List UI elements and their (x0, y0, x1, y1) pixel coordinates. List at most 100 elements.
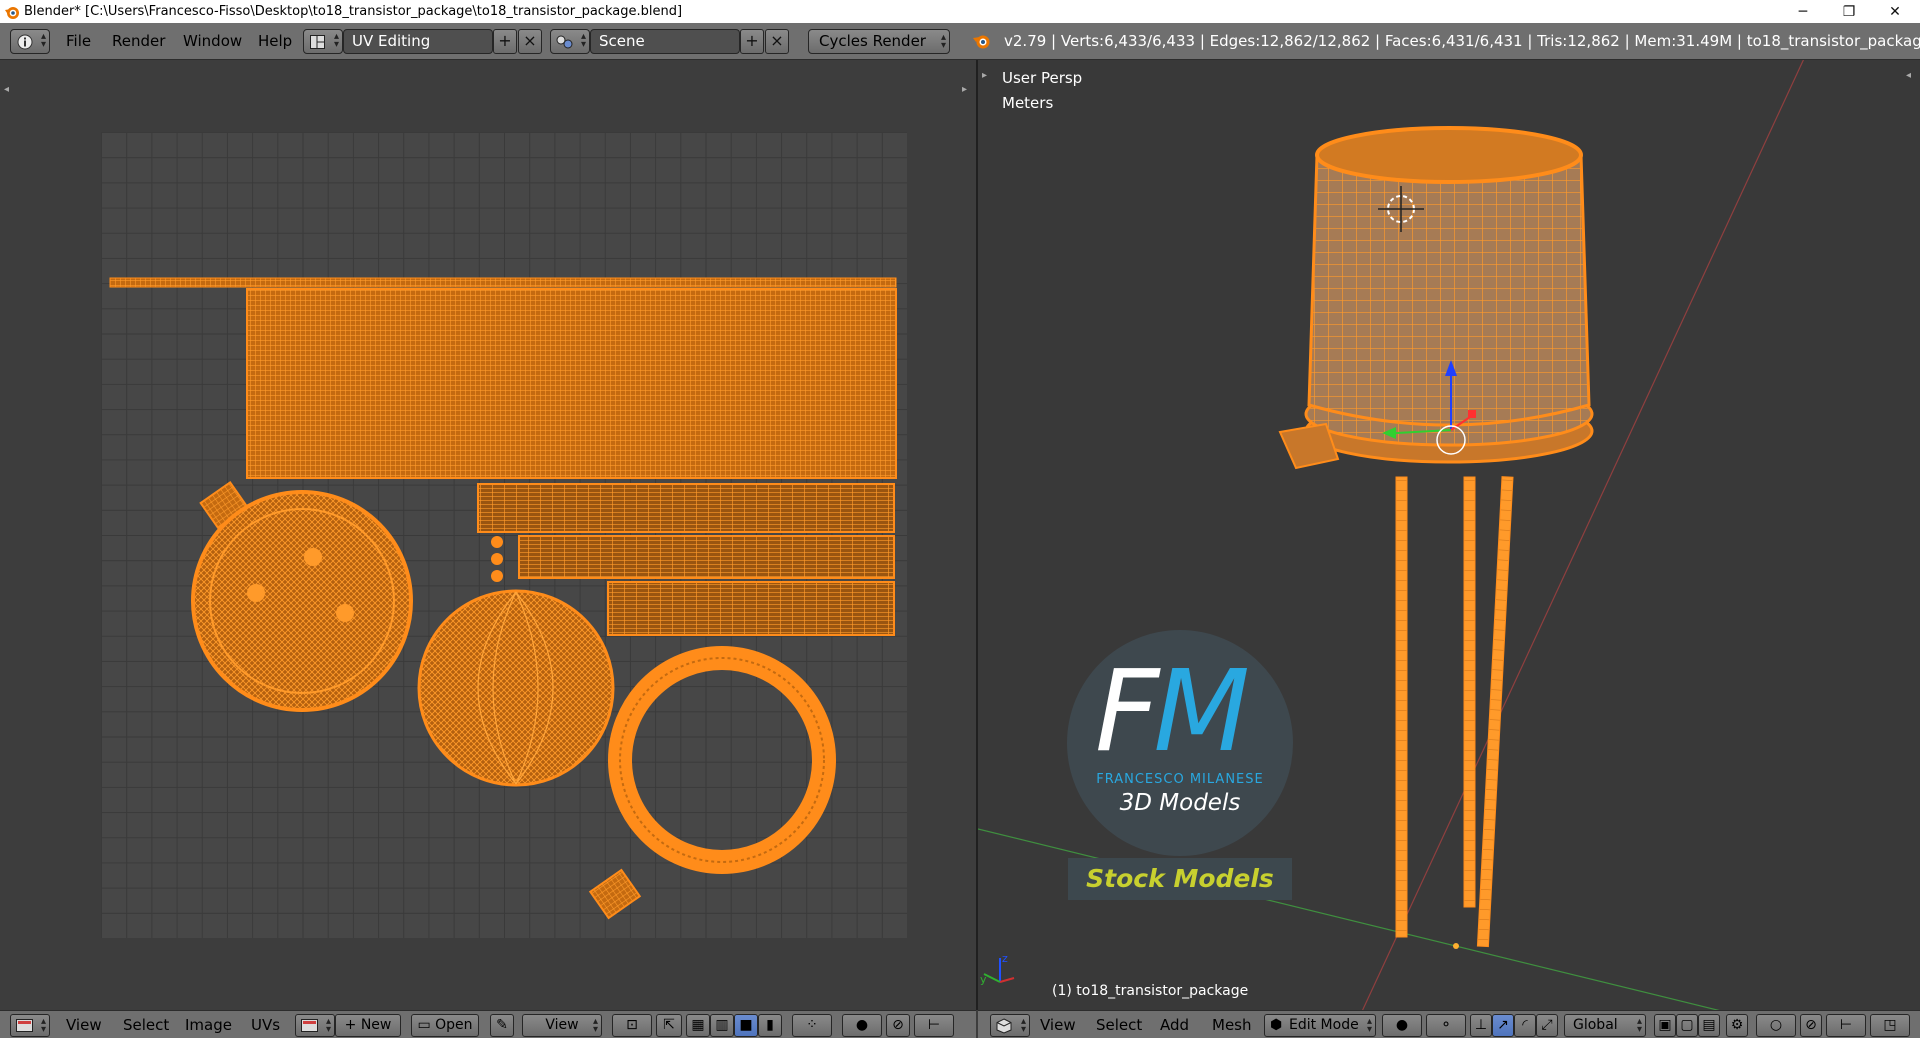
uv-island-dot (491, 553, 503, 565)
delete-layout-button[interactable]: × (518, 29, 542, 54)
menu-view[interactable]: View (1040, 1015, 1076, 1035)
snap-element-dropdown[interactable]: ⊢ (1826, 1014, 1866, 1037)
pivot-icon: ⊡ (626, 1017, 638, 1033)
proportional-edit-dropdown[interactable]: ○ (1756, 1014, 1796, 1037)
pin-button[interactable]: ✎ (490, 1014, 514, 1037)
transform-orientation-dropdown[interactable]: Global ▴ ▾ (1564, 1014, 1646, 1037)
image-icon (301, 1019, 318, 1032)
menu-image[interactable]: Image (185, 1015, 232, 1035)
manipulator-toggle[interactable]: ⊥ (1470, 1014, 1492, 1037)
editor-type-image-button[interactable]: ▴ ▾ (10, 1014, 50, 1037)
interaction-mode-dropdown[interactable]: ⬢ Edit Mode ▴ ▾ (1264, 1014, 1376, 1037)
edge-select-button[interactable]: ▥ (710, 1014, 734, 1037)
editor-type-3d-button[interactable]: ▴ ▾ (990, 1014, 1030, 1037)
layers-button[interactable]: ▣ (1654, 1014, 1676, 1037)
editor-type-info-button[interactable]: ▴ ▾ (10, 29, 50, 54)
transistor-tab (1278, 422, 1340, 470)
menu-mesh[interactable]: Mesh (1212, 1015, 1252, 1035)
fm-initials: FM (1095, 656, 1250, 768)
proportional-edit-dropdown[interactable]: ● (842, 1014, 882, 1037)
close-window-button[interactable]: ✕ (1872, 0, 1918, 23)
snap-icon: ⊢ (927, 1017, 941, 1033)
occlude-button[interactable]: ▢ (1676, 1014, 1698, 1037)
box-icon: ▢ (1680, 1017, 1694, 1033)
screen-layout-selector[interactable]: ▴ ▾ (303, 29, 343, 54)
window-title: Blender* [C:\Users\Francesco-Fisso\Deskt… (24, 4, 683, 19)
view-mode-label: View (545, 1017, 579, 1033)
arrow-icon: ↗ (1497, 1017, 1509, 1033)
sync-selection-button[interactable]: ⇱ (656, 1014, 682, 1037)
cube-icon (996, 1018, 1012, 1034)
sticky-mode-dropdown[interactable]: ⁘ (792, 1014, 832, 1037)
menu-render[interactable]: Render (112, 30, 165, 53)
menu-select[interactable]: Select (1096, 1015, 1142, 1035)
updown-icon: ▴ ▾ (1020, 1016, 1026, 1035)
translate-manipulator-button[interactable]: ↗ (1492, 1014, 1514, 1037)
snap-button[interactable]: ⊘ (1800, 1014, 1822, 1037)
shading-icon: ● (1395, 1017, 1409, 1033)
scene-selector[interactable]: ▴ ▾ (550, 29, 590, 54)
open-image-button[interactable]: ▭ Open (411, 1014, 479, 1037)
menu-view[interactable]: View (66, 1015, 102, 1035)
vertex-select-button[interactable]: ▦ (686, 1014, 710, 1037)
stock-models-banner: Stock Models (1068, 858, 1292, 900)
solid-button[interactable]: ▤ (1698, 1014, 1720, 1037)
render-button[interactable]: ◳ (1870, 1014, 1910, 1037)
menu-file[interactable]: File (66, 30, 91, 53)
scene-name-field[interactable]: Scene (590, 29, 740, 54)
snap-button[interactable]: ⊘ (886, 1014, 910, 1037)
svg-text:z: z (1002, 952, 1008, 965)
snap-element-dropdown[interactable]: ⊢ (914, 1014, 954, 1037)
add-layout-button[interactable]: + (493, 29, 517, 54)
uv-islands (109, 277, 897, 920)
layout-name-field[interactable]: UV Editing (343, 29, 493, 54)
menu-select[interactable]: Select (123, 1015, 169, 1035)
pivot-dropdown[interactable]: ⊡ (612, 1014, 652, 1037)
island-select-button[interactable]: ▮ (758, 1014, 782, 1037)
scale-icon: ⤢ (1541, 1017, 1553, 1033)
menu-add[interactable]: Add (1160, 1015, 1189, 1035)
svg-text:y: y (980, 973, 987, 986)
edge-icon: ▥ (715, 1017, 729, 1033)
updown-icon: ▴ ▾ (333, 31, 339, 50)
rotate-icon: ◜ (1522, 1017, 1528, 1033)
close-icon: × (523, 31, 537, 50)
menu-window[interactable]: Window (183, 30, 242, 53)
proportional-icon: ○ (1769, 1017, 1783, 1033)
uv-island-tab (588, 868, 642, 920)
menu-uvs[interactable]: UVs (251, 1015, 280, 1035)
uv-image-editor[interactable]: ◂ ▸ (0, 60, 977, 1010)
updown-icon: ▴ ▾ (580, 31, 586, 50)
menu-help[interactable]: Help (258, 30, 292, 53)
pivot-point-dropdown[interactable]: ⚬ (1426, 1014, 1466, 1037)
scale-manipulator-button[interactable]: ⤢ (1536, 1014, 1558, 1037)
limit-selection-button[interactable]: ⚙ (1726, 1014, 1748, 1037)
face-select-button[interactable]: ■ (734, 1014, 758, 1037)
delete-scene-button[interactable]: × (765, 29, 789, 54)
updown-icon: ▴ ▾ (40, 31, 46, 50)
updown-icon: ▴ ▾ (325, 1016, 331, 1035)
uv-island-base-disc (191, 490, 413, 712)
cursor-icon: ⇱ (663, 1017, 675, 1033)
plus-icon: + (498, 31, 512, 50)
minimize-button[interactable]: ─ (1780, 0, 1826, 23)
view-mode-dropdown[interactable]: View ▴ ▾ (522, 1014, 602, 1037)
close-icon: × (770, 31, 784, 50)
new-label: New (360, 1017, 392, 1033)
logo-f: F (1095, 647, 1159, 777)
restore-button[interactable]: ❐ (1826, 0, 1872, 23)
image-browse-button[interactable]: ▴ ▾ (295, 1014, 335, 1037)
new-image-button[interactable]: + New (335, 1014, 401, 1037)
uv-island-dot (491, 570, 503, 582)
info-header: ▴ ▾ File Render Window Help ▴ ▾ UV Editing… (0, 23, 1920, 60)
rotate-manipulator-button[interactable]: ◜ (1514, 1014, 1536, 1037)
render-engine-dropdown[interactable]: Cycles Render ▴ ▾ (808, 29, 950, 54)
shading-dropdown[interactable]: ● (1382, 1014, 1422, 1037)
add-scene-button[interactable]: + (740, 29, 764, 54)
image-editor-icon (16, 1019, 33, 1032)
uv-editor-header: ▴ ▾ View Select Image UVs ▴ ▾ + New ▭ Open… (0, 1010, 976, 1038)
blender-window: Blender* [C:\Users\Francesco-Fisso\Deskt… (0, 0, 1920, 1038)
updown-icon: ▴ ▾ (1366, 1016, 1372, 1035)
object-origin (1453, 943, 1459, 949)
sticky-icon: ⁘ (806, 1017, 818, 1033)
